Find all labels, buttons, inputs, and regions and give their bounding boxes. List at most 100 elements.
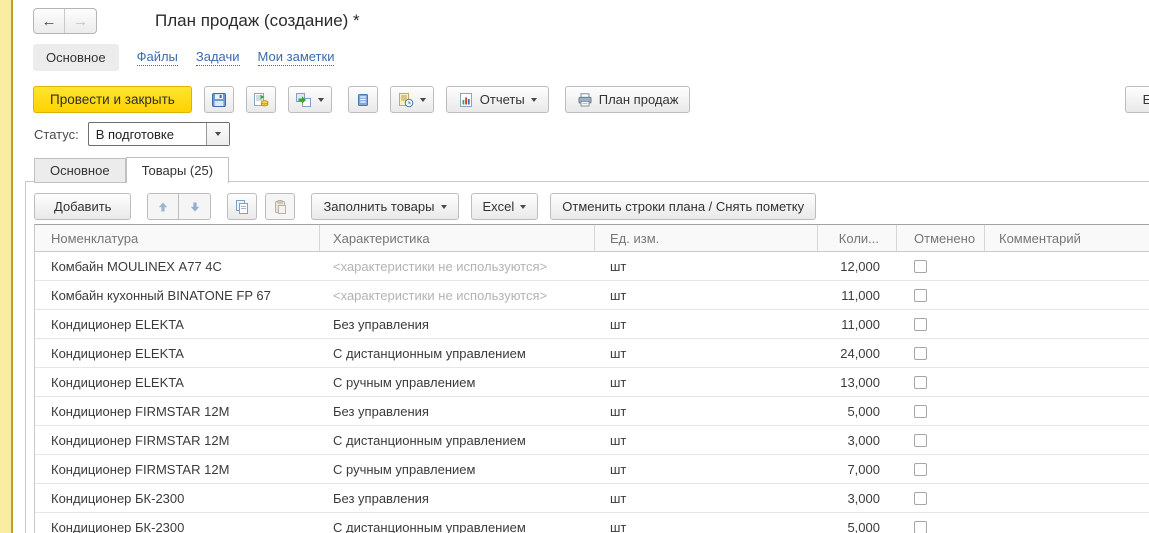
cell-quantity[interactable]: 5,000: [818, 513, 897, 533]
cancelled-checkbox[interactable]: [914, 289, 927, 302]
column-header-unit[interactable]: Ед. изм.: [595, 225, 818, 251]
cell-unit[interactable]: шт: [595, 426, 818, 454]
cell-unit[interactable]: шт: [595, 455, 818, 483]
cell-unit[interactable]: шт: [595, 252, 818, 280]
cell-nomenclature[interactable]: Кондиционер БК-2300: [35, 513, 320, 533]
cancelled-checkbox[interactable]: [914, 376, 927, 389]
cell-comment[interactable]: [985, 368, 1149, 396]
cell-nomenclature[interactable]: Кондиционер FIRMSTAR 12M: [35, 397, 320, 425]
reports-button[interactable]: Отчеты: [446, 86, 549, 113]
post-and-close-button[interactable]: Провести и закрыть: [33, 86, 192, 113]
table-row[interactable]: Комбайн MOULINEX А77 4С <характеристики …: [35, 252, 1149, 281]
cell-quantity[interactable]: 5,000: [818, 397, 897, 425]
nav-tab-main[interactable]: Основное: [33, 44, 119, 71]
cell-quantity[interactable]: 7,000: [818, 455, 897, 483]
move-up-button[interactable]: [147, 193, 179, 220]
cell-unit[interactable]: шт: [595, 513, 818, 533]
cell-unit[interactable]: шт: [595, 368, 818, 396]
cancelled-checkbox[interactable]: [914, 463, 927, 476]
cancelled-checkbox[interactable]: [914, 434, 927, 447]
cell-nomenclature[interactable]: Кондиционер FIRMSTAR 12M: [35, 426, 320, 454]
cell-unit[interactable]: шт: [595, 484, 818, 512]
table-row[interactable]: Кондиционер ELEKTA Без управления шт 11,…: [35, 310, 1149, 339]
nav-link-files[interactable]: Файлы: [137, 49, 178, 66]
cell-nomenclature[interactable]: Комбайн MOULINEX А77 4С: [35, 252, 320, 280]
cell-unit[interactable]: шт: [595, 281, 818, 309]
table-row[interactable]: Кондиционер БК-2300 Без управления шт 3,…: [35, 484, 1149, 513]
column-header-nomenclature[interactable]: Номенклатура: [35, 225, 320, 251]
table-row[interactable]: Кондиционер БК-2300 С дистанционным упра…: [35, 513, 1149, 533]
cell-quantity[interactable]: 11,000: [818, 310, 897, 338]
cell-unit[interactable]: шт: [595, 310, 818, 338]
cell-nomenclature[interactable]: Кондиционер ELEKTA: [35, 339, 320, 367]
nav-link-tasks[interactable]: Задачи: [196, 49, 240, 66]
cell-characteristic[interactable]: С дистанционным управлением: [320, 513, 595, 533]
cell-quantity[interactable]: 3,000: [818, 484, 897, 512]
cell-characteristic[interactable]: <характеристики не используются>: [320, 281, 595, 309]
cancel-plan-lines-button[interactable]: Отменить строки плана / Снять пометку: [550, 193, 816, 220]
document-register-button[interactable]: [348, 86, 378, 113]
table-row[interactable]: Комбайн кухонный BINATONE FP 67 <характе…: [35, 281, 1149, 310]
cell-nomenclature[interactable]: Кондиционер FIRMSTAR 12M: [35, 455, 320, 483]
cell-characteristic[interactable]: Без управления: [320, 484, 595, 512]
cell-quantity[interactable]: 13,000: [818, 368, 897, 396]
cell-quantity[interactable]: 24,000: [818, 339, 897, 367]
cell-nomenclature[interactable]: Кондиционер ELEKTA: [35, 368, 320, 396]
cell-quantity[interactable]: 12,000: [818, 252, 897, 280]
status-dropdown-button[interactable]: [206, 123, 229, 145]
cell-characteristic[interactable]: С дистанционным управлением: [320, 426, 595, 454]
more-button[interactable]: Е: [1125, 86, 1149, 113]
tab-goods[interactable]: Товары (25): [126, 157, 229, 183]
status-value[interactable]: В подготовке: [89, 123, 206, 145]
cell-quantity[interactable]: 11,000: [818, 281, 897, 309]
nav-link-notes[interactable]: Мои заметки: [258, 49, 335, 66]
excel-button[interactable]: Excel: [471, 193, 539, 220]
table-row[interactable]: Кондиционер ELEKTA С дистанционным управ…: [35, 339, 1149, 368]
cancelled-checkbox[interactable]: [914, 492, 927, 505]
column-header-characteristic[interactable]: Характеристика: [320, 225, 595, 251]
cell-quantity[interactable]: 3,000: [818, 426, 897, 454]
cell-comment[interactable]: [985, 252, 1149, 280]
cancelled-checkbox[interactable]: [914, 260, 927, 273]
tasks-reminder-button[interactable]: [390, 86, 434, 113]
paste-row-button[interactable]: [265, 193, 295, 220]
cell-characteristic[interactable]: Без управления: [320, 397, 595, 425]
add-row-button[interactable]: Добавить: [34, 193, 131, 220]
move-down-button[interactable]: [179, 193, 211, 220]
cell-nomenclature[interactable]: Кондиционер ELEKTA: [35, 310, 320, 338]
create-based-on-button[interactable]: [288, 86, 332, 113]
cell-comment[interactable]: [985, 513, 1149, 533]
cell-comment[interactable]: [985, 281, 1149, 309]
cell-characteristic[interactable]: Без управления: [320, 310, 595, 338]
cell-comment[interactable]: [985, 397, 1149, 425]
print-plan-button[interactable]: План продаж: [565, 86, 691, 113]
back-button[interactable]: ←: [34, 9, 65, 33]
save-button[interactable]: [204, 86, 234, 113]
fill-goods-button[interactable]: Заполнить товары: [311, 193, 458, 220]
table-row[interactable]: Кондиционер ELEKTA С ручным управлением …: [35, 368, 1149, 397]
cell-comment[interactable]: [985, 426, 1149, 454]
cell-characteristic[interactable]: С дистанционным управлением: [320, 339, 595, 367]
cell-nomenclature[interactable]: Кондиционер БК-2300: [35, 484, 320, 512]
table-row[interactable]: Кондиционер FIRMSTAR 12M С ручным управл…: [35, 455, 1149, 484]
cell-comment[interactable]: [985, 339, 1149, 367]
cell-unit[interactable]: шт: [595, 339, 818, 367]
cell-characteristic[interactable]: <характеристики не используются>: [320, 252, 595, 280]
cell-comment[interactable]: [985, 455, 1149, 483]
cell-unit[interactable]: шт: [595, 397, 818, 425]
table-row[interactable]: Кондиционер FIRMSTAR 12M С дистанционным…: [35, 426, 1149, 455]
table-row[interactable]: Кондиционер FIRMSTAR 12M Без управления …: [35, 397, 1149, 426]
column-header-quantity[interactable]: Коли...: [818, 225, 897, 251]
cell-characteristic[interactable]: С ручным управлением: [320, 455, 595, 483]
copy-row-button[interactable]: [227, 193, 257, 220]
column-header-cancelled[interactable]: Отменено: [897, 225, 985, 251]
cancelled-checkbox[interactable]: [914, 318, 927, 331]
cell-characteristic[interactable]: С ручным управлением: [320, 368, 595, 396]
tab-main[interactable]: Основное: [34, 158, 126, 183]
post-button[interactable]: [246, 86, 276, 113]
cell-comment[interactable]: [985, 310, 1149, 338]
cancelled-checkbox[interactable]: [914, 405, 927, 418]
cancelled-checkbox[interactable]: [914, 521, 927, 533]
cell-nomenclature[interactable]: Комбайн кухонный BINATONE FP 67: [35, 281, 320, 309]
forward-button[interactable]: →: [65, 9, 96, 33]
